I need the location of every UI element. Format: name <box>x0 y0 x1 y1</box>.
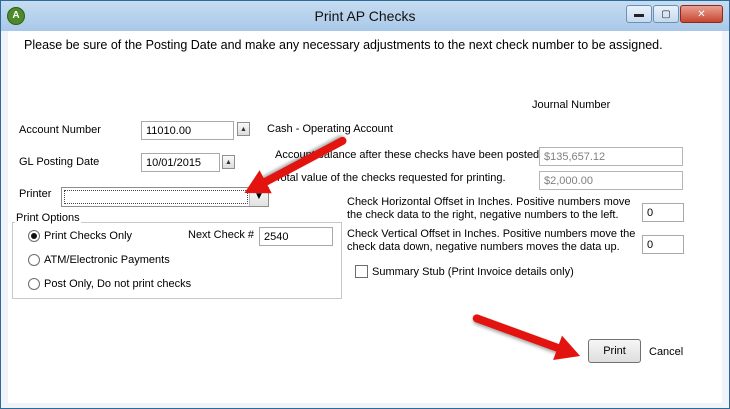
title-bar[interactable]: A Print AP Checks ▬ ▢ ✕ <box>1 1 729 31</box>
print-ap-checks-window: A Print AP Checks ▬ ▢ ✕ Please be sure o… <box>0 0 730 409</box>
summary-stub-label: Summary Stub (Print Invoice details only… <box>372 266 574 278</box>
print-button[interactable]: Print <box>588 339 641 363</box>
vertical-offset-input[interactable] <box>642 235 684 254</box>
account-number-input[interactable] <box>141 121 234 140</box>
atm-electronic-radio[interactable] <box>28 254 40 266</box>
horizontal-offset-line2: the check data to the right, negative nu… <box>347 209 619 221</box>
total-value <box>539 171 683 190</box>
atm-electronic-label[interactable]: ATM/Electronic Payments <box>44 254 170 266</box>
next-check-label: Next Check # <box>188 229 255 241</box>
window-title: Print AP Checks <box>314 8 416 24</box>
cancel-button[interactable]: Cancel <box>649 346 683 358</box>
post-only-label[interactable]: Post Only, Do not print checks <box>44 278 191 290</box>
account-number-label: Account Number <box>19 124 101 136</box>
dialog-body: Please be sure of the Posting Date and m… <box>8 31 722 403</box>
horizontal-offset-line1: Check Horizontal Offset in Inches. Posit… <box>347 196 631 208</box>
summary-stub-checkbox[interactable] <box>355 265 368 278</box>
account-lookup-up-icon[interactable]: ▲ <box>237 122 250 136</box>
balance-value <box>539 147 683 166</box>
annotation-arrow-print-icon <box>471 313 565 354</box>
print-checks-only-label[interactable]: Print Checks Only <box>44 230 132 242</box>
vertical-offset-line2: check data down, negative numbers moves … <box>347 241 620 253</box>
vertical-offset-line1: Check Vertical Offset in Inches. Positiv… <box>347 228 636 240</box>
minimize-icon[interactable]: ▬ <box>626 5 652 23</box>
print-options-legend: Print Options <box>15 212 81 224</box>
gl-posting-date-label: GL Posting Date <box>19 156 100 168</box>
print-checks-only-radio[interactable] <box>28 230 40 242</box>
post-only-radio[interactable] <box>28 278 40 290</box>
total-label: Total value of the checks requested for … <box>275 172 506 184</box>
date-up-icon[interactable]: ▲ <box>222 155 235 169</box>
journal-number-label: Journal Number <box>532 99 611 111</box>
maximize-icon[interactable]: ▢ <box>653 5 679 23</box>
gl-posting-date-input[interactable] <box>141 153 220 172</box>
account-name-label: Cash - Operating Account <box>267 123 393 135</box>
instructions-text: Please be sure of the Posting Date and m… <box>24 38 663 52</box>
printer-select-value <box>64 190 248 204</box>
printer-label: Printer <box>19 188 52 200</box>
close-icon[interactable]: ✕ <box>680 5 723 23</box>
next-check-input[interactable] <box>259 227 333 246</box>
horizontal-offset-input[interactable] <box>642 203 684 222</box>
printer-select[interactable]: ▼ <box>61 187 269 207</box>
